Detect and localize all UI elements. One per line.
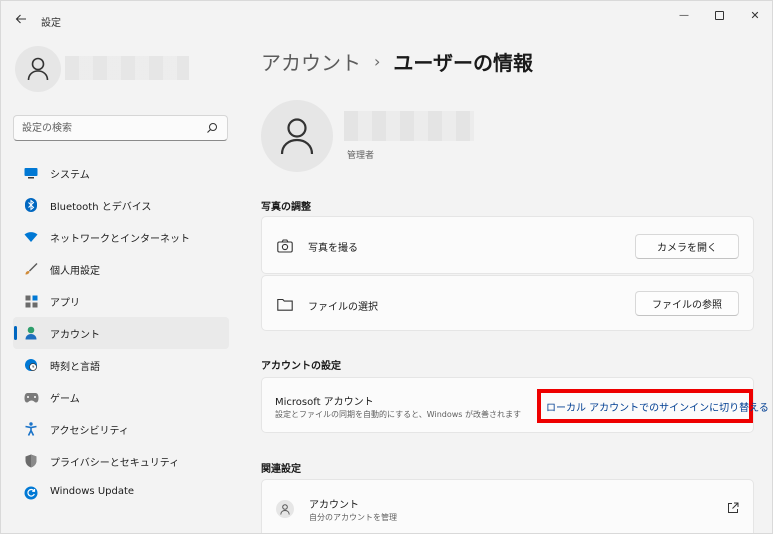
title-bar: 設定 — ✕ [1, 1, 772, 39]
search-input[interactable] [22, 120, 202, 136]
sidebar-item-label: 時刻と言語 [50, 362, 100, 373]
choose-file-card: ファイルの選択 ファイルの参照 [261, 275, 754, 331]
related-account-card[interactable]: アカウント 自分のアカウントを管理 [261, 479, 754, 533]
sidebar-item-label: プライバシーとセキュリティ [50, 458, 180, 469]
open-camera-button[interactable]: カメラを開く [635, 234, 739, 259]
sidebar-item-apps[interactable]: アプリ [13, 285, 229, 317]
sidebar-item-accessibility[interactable]: アクセシビリティ [13, 413, 229, 445]
back-arrow-icon [15, 14, 26, 24]
shield-icon [23, 453, 39, 469]
wifi-icon [23, 229, 39, 245]
minimize-button[interactable]: — [666, 5, 702, 25]
sidebar-item-windows-update[interactable]: Windows Update [13, 477, 229, 509]
section-title-related: 関連設定 [261, 464, 301, 475]
brush-icon [23, 261, 39, 277]
sidebar-item-gaming[interactable]: ゲーム [13, 381, 229, 413]
selected-indicator [14, 326, 17, 340]
folder-icon [276, 295, 294, 313]
sidebar-user-name-redacted [65, 56, 189, 80]
microsoft-account-title: Microsoft アカウント [275, 397, 374, 408]
maximize-icon [714, 10, 724, 20]
bluetooth-icon [23, 197, 39, 213]
search-icon [207, 123, 217, 133]
accessibility-icon [23, 421, 39, 437]
sidebar-item-network[interactable]: ネットワークとインターネット [13, 221, 229, 253]
browse-files-button[interactable]: ファイルの参照 [635, 291, 739, 316]
sidebar-item-accounts[interactable]: アカウント [13, 317, 229, 349]
breadcrumb-separator: › [374, 52, 381, 71]
sidebar-item-personalization[interactable]: 個人用設定 [13, 253, 229, 285]
profile-role: 管理者 [347, 151, 375, 161]
settings-window: 設定 — ✕ システム Bluetooth とデバイス ネットワークとインターネ… [0, 0, 773, 534]
profile-avatar [261, 100, 333, 172]
take-photo-label: 写真を撮る [308, 243, 358, 254]
close-icon: ✕ [750, 8, 760, 22]
system-icon [23, 165, 39, 181]
sidebar-item-time-language[interactable]: 時刻と言語 [13, 349, 229, 381]
sidebar-item-privacy[interactable]: プライバシーとセキュリティ [13, 445, 229, 477]
external-link-icon [728, 502, 739, 513]
microsoft-account-description: 設定とファイルの同期を自動的にすると、Windows が改善されます [275, 410, 522, 419]
sidebar-item-label: Bluetooth とデバイス [50, 202, 152, 213]
sidebar-user-avatar[interactable] [15, 46, 61, 92]
sidebar-item-label: Windows Update [50, 486, 135, 497]
sidebar-item-system[interactable]: システム [13, 157, 229, 189]
camera-icon [276, 237, 294, 255]
choose-file-label: ファイルの選択 [308, 302, 378, 313]
sidebar-nav: システム Bluetooth とデバイス ネットワークとインターネット 個人用設… [13, 157, 229, 509]
globe-clock-icon [23, 357, 39, 373]
profile-name-redacted [344, 111, 474, 141]
sidebar-item-label: システム [50, 170, 90, 181]
search-box[interactable] [13, 115, 228, 141]
maximize-button[interactable] [701, 5, 737, 25]
person-icon [280, 118, 314, 155]
sidebar-item-label: アクセシビリティ [50, 426, 129, 437]
breadcrumb: アカウント › ユーザーの情報 [261, 47, 533, 76]
close-button[interactable]: ✕ [737, 5, 772, 25]
minimize-icon: — [679, 9, 689, 21]
person-icon [276, 500, 294, 518]
page-title: ユーザーの情報 [393, 51, 534, 75]
switch-to-local-account-link[interactable]: ローカル アカウントでのサインインに切り替える [546, 399, 769, 414]
sidebar-item-label: 個人用設定 [50, 266, 100, 277]
related-account-description: 自分のアカウントを管理 [309, 513, 397, 522]
sidebar-item-bluetooth[interactable]: Bluetooth とデバイス [13, 189, 229, 221]
account-icon [23, 325, 39, 341]
apps-icon [23, 293, 39, 309]
sidebar-item-label: ネットワークとインターネット [50, 234, 190, 245]
app-title: 設定 [41, 18, 61, 29]
related-account-title: アカウント [309, 500, 359, 511]
section-title-photo: 写真の調整 [261, 202, 311, 213]
section-title-account-settings: アカウントの設定 [261, 361, 341, 372]
take-photo-card: 写真を撮る カメラを開く [261, 216, 754, 274]
sidebar-item-label: アカウント [50, 330, 100, 341]
person-icon [27, 57, 49, 81]
back-button[interactable] [11, 9, 31, 29]
gamepad-icon [23, 389, 39, 405]
breadcrumb-parent-link[interactable]: アカウント [261, 47, 361, 76]
sidebar-item-label: アプリ [50, 298, 80, 309]
sidebar-item-label: ゲーム [50, 394, 80, 405]
update-icon [23, 485, 39, 501]
